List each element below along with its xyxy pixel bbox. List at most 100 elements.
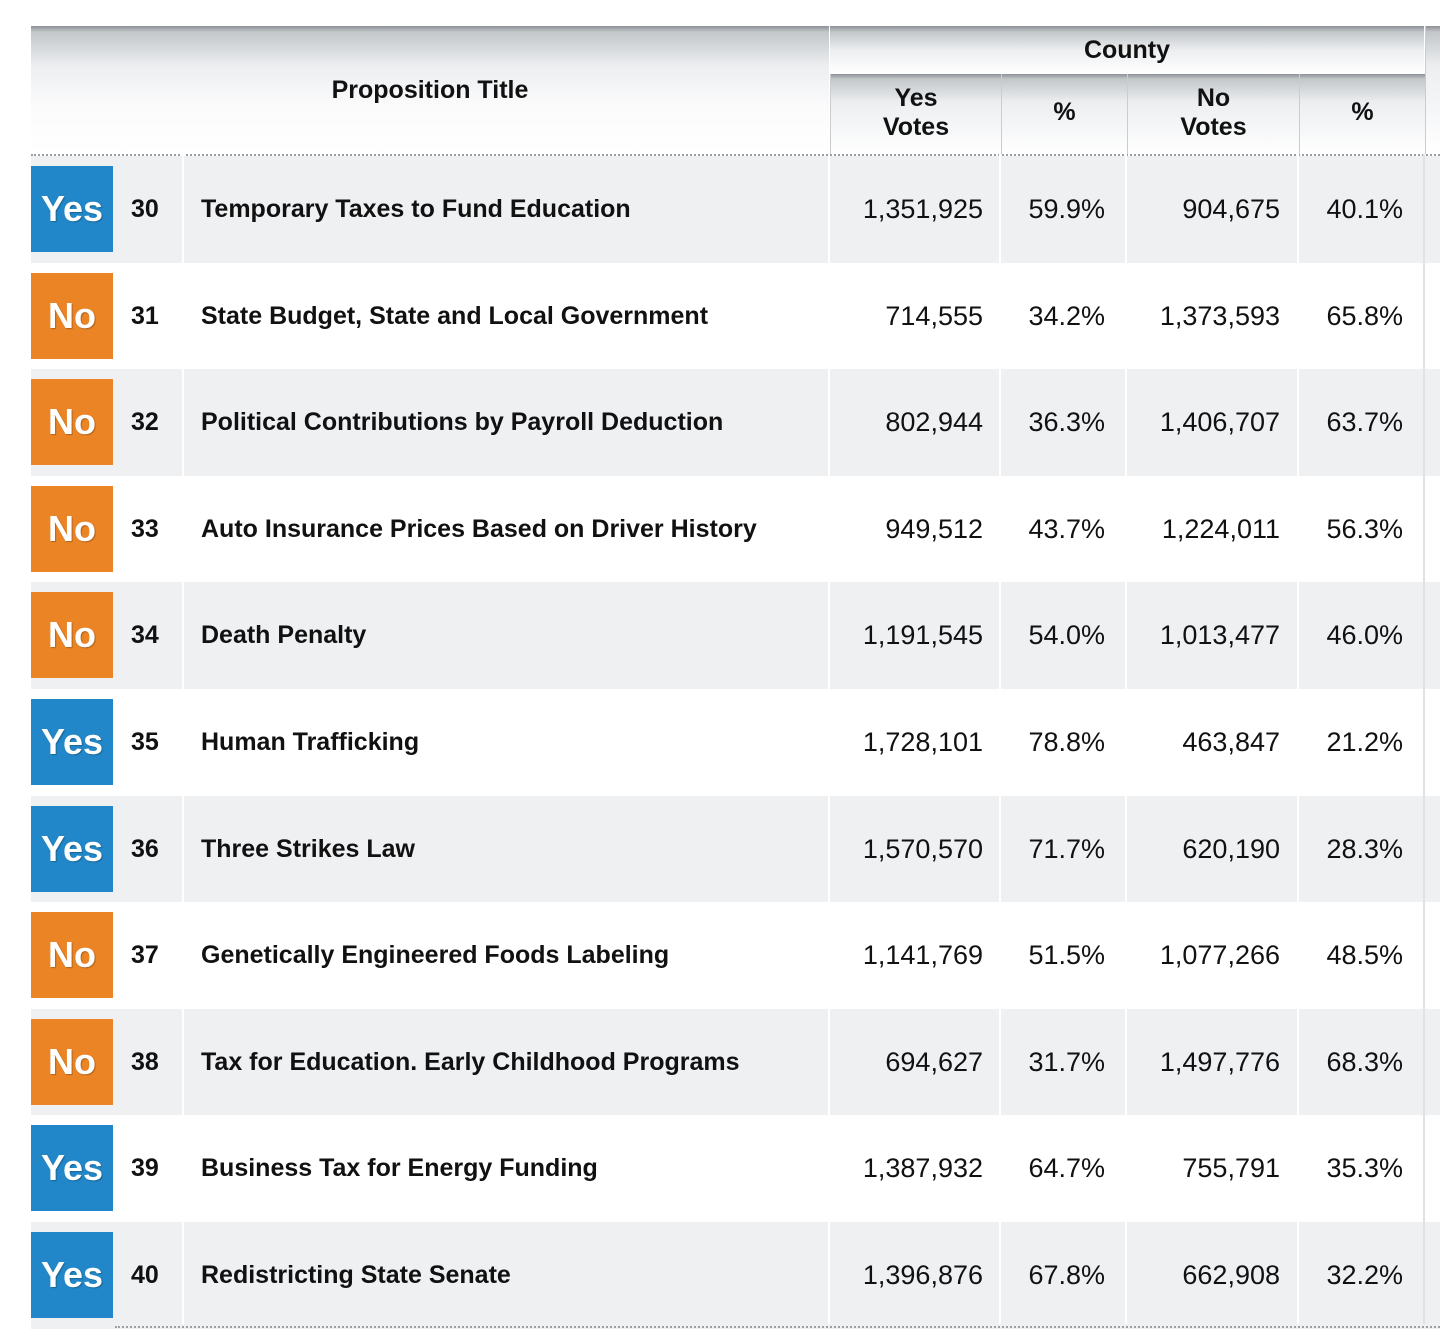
table-body: Yes 30 Temporary Taxes to Fund Education 1,… [31, 156, 1440, 1329]
yes-votes-cell: 1,351,925 [862, 194, 983, 224]
column-header-yes-pct: % [1001, 74, 1127, 154]
table-row: No 31 State Budget, State and Local Govern… [31, 263, 1440, 370]
proposition-title: Temporary Taxes to Fund Education [201, 195, 631, 223]
table-row: Yes 40 Redistricting State Senate 1,396,876… [31, 1221, 1440, 1329]
results-table: Proposition Title County Yes Votes % No … [31, 26, 1440, 1329]
proposition-number: 30 [131, 195, 159, 223]
yes-votes-cell: 1,141,769 [862, 940, 983, 971]
yes-votes-cell: 1,728,101 [862, 726, 983, 757]
table-row: No 37 Genetically Engineered Foods Labelin… [31, 902, 1440, 1009]
yes-votes-cell: 694,627 [885, 1046, 983, 1077]
result-badge: Yes [31, 698, 113, 785]
proposition-title: Business Tax for Energy Funding [201, 1154, 598, 1183]
no-pct-cell: 28.3% [1326, 833, 1403, 864]
table-header: Proposition Title County Yes Votes % No … [31, 26, 1440, 154]
proposition-number: 40 [131, 1260, 159, 1289]
proposition-title: Death Penalty [201, 621, 367, 650]
yes-votes-cell: 1,191,545 [862, 620, 983, 651]
table-row: No 33 Auto Insurance Prices Based on Drive… [31, 476, 1440, 583]
result-badge: Yes [31, 805, 113, 892]
no-pct-label: % [1351, 98, 1374, 126]
column-group-county: County [830, 26, 1424, 74]
result-badge: No [31, 379, 113, 466]
column-separator [1297, 154, 1299, 1324]
proposition-number: 32 [131, 408, 159, 437]
column-separator [999, 154, 1001, 1324]
yes-pct-cell: 43.7% [1028, 513, 1105, 544]
proposition-number: 33 [131, 514, 159, 543]
no-pct-cell: 56.3% [1326, 513, 1403, 544]
yes-pct-cell: 31.7% [1028, 1046, 1105, 1077]
proposition-number: 38 [131, 1047, 159, 1076]
table-row: No 34 Death Penalty 1,191,545 54.0% 1,013,477… [31, 582, 1440, 689]
no-votes-cell: 1,497,776 [1159, 1046, 1280, 1077]
no-pct-cell: 68.3% [1326, 1046, 1403, 1077]
no-pct-cell: 63.7% [1326, 407, 1403, 438]
no-votes-label-line1: No [1196, 84, 1231, 112]
no-pct-cell: 46.0% [1326, 620, 1403, 651]
proposition-number: 36 [131, 834, 159, 863]
proposition-title: Tax for Education. Early Childhood Progr… [201, 1047, 740, 1076]
result-badge: No [31, 912, 113, 999]
table-row: No 32 Political Contributions by Payroll D… [31, 369, 1440, 476]
table-row: Yes 36 Three Strikes Law 1,570,570 71.7% 620,… [31, 795, 1440, 903]
column-header-proposition-title: Proposition Title [31, 26, 829, 154]
yes-votes-cell: 1,570,570 [862, 833, 983, 864]
yes-pct-cell: 34.2% [1028, 300, 1105, 331]
yes-pct-label: % [1053, 98, 1076, 126]
column-header-no-pct: % [1299, 74, 1425, 154]
proposition-title: Political Contributions by Payroll Deduc… [201, 408, 724, 437]
proposition-title-label: Proposition Title [331, 76, 529, 104]
yes-votes-cell: 1,396,876 [862, 1259, 983, 1290]
result-badge: Yes [31, 1231, 113, 1318]
proposition-title: State Budget, State and Local Government [201, 301, 709, 330]
header-edge [1425, 26, 1440, 154]
proposition-title: Auto Insurance Prices Based on Driver Hi… [201, 514, 757, 543]
yes-pct-cell: 71.7% [1028, 833, 1105, 864]
proposition-title: Genetically Engineered Foods Labeling [201, 941, 670, 970]
no-pct-cell: 32.2% [1326, 1259, 1403, 1290]
no-votes-cell: 662,908 [1182, 1259, 1280, 1290]
no-votes-label-line2: Votes [1180, 113, 1247, 141]
yes-pct-cell: 78.8% [1028, 726, 1105, 757]
result-badge: No [31, 592, 113, 679]
no-pct-cell: 35.3% [1326, 1153, 1403, 1184]
no-votes-cell: 1,406,707 [1159, 407, 1280, 438]
result-badge: Yes [31, 1125, 113, 1212]
proposition-number: 31 [131, 301, 159, 330]
column-separator [1423, 154, 1425, 1324]
proposition-title: Redistricting State Senate [201, 1260, 511, 1289]
table-bottom-divider [115, 1326, 1440, 1328]
no-votes-cell: 1,373,593 [1159, 300, 1280, 331]
no-pct-cell: 40.1% [1326, 194, 1403, 224]
yes-pct-cell: 64.7% [1028, 1153, 1105, 1184]
yes-pct-cell: 59.9% [1028, 194, 1105, 224]
column-header-no-votes: No Votes [1127, 74, 1299, 154]
yes-votes-label-line2: Votes [882, 113, 950, 141]
no-votes-cell: 463,847 [1182, 726, 1280, 757]
result-badge: Yes [31, 166, 113, 252]
yes-votes-label-line1: Yes [894, 84, 938, 112]
proposition-title: Three Strikes Law [201, 834, 415, 863]
yes-votes-cell: 714,555 [885, 300, 983, 331]
column-separator [182, 154, 184, 1324]
table-row: No 38 Tax for Education. Early Childhood P… [31, 1008, 1440, 1116]
result-badge: No [31, 272, 113, 359]
no-votes-cell: 1,077,266 [1159, 940, 1280, 971]
no-pct-cell: 65.8% [1326, 300, 1403, 331]
yes-pct-cell: 36.3% [1028, 407, 1105, 438]
column-header-yes-votes: Yes Votes [830, 74, 1001, 154]
no-pct-cell: 48.5% [1326, 940, 1403, 971]
yes-pct-cell: 54.0% [1028, 620, 1105, 651]
result-badge: No [31, 485, 113, 572]
yes-votes-cell: 802,944 [885, 407, 983, 438]
table-row: Yes 35 Human Trafficking 1,728,101 78.8% 463,… [31, 689, 1440, 796]
county-label: County [1083, 36, 1171, 64]
proposition-number: 35 [131, 727, 159, 756]
result-badge: No [31, 1018, 113, 1105]
no-votes-cell: 1,224,011 [1161, 513, 1280, 544]
yes-pct-cell: 67.8% [1028, 1259, 1105, 1290]
proposition-number: 34 [131, 621, 159, 650]
no-votes-cell: 755,791 [1182, 1153, 1280, 1184]
yes-pct-cell: 51.5% [1028, 940, 1105, 971]
